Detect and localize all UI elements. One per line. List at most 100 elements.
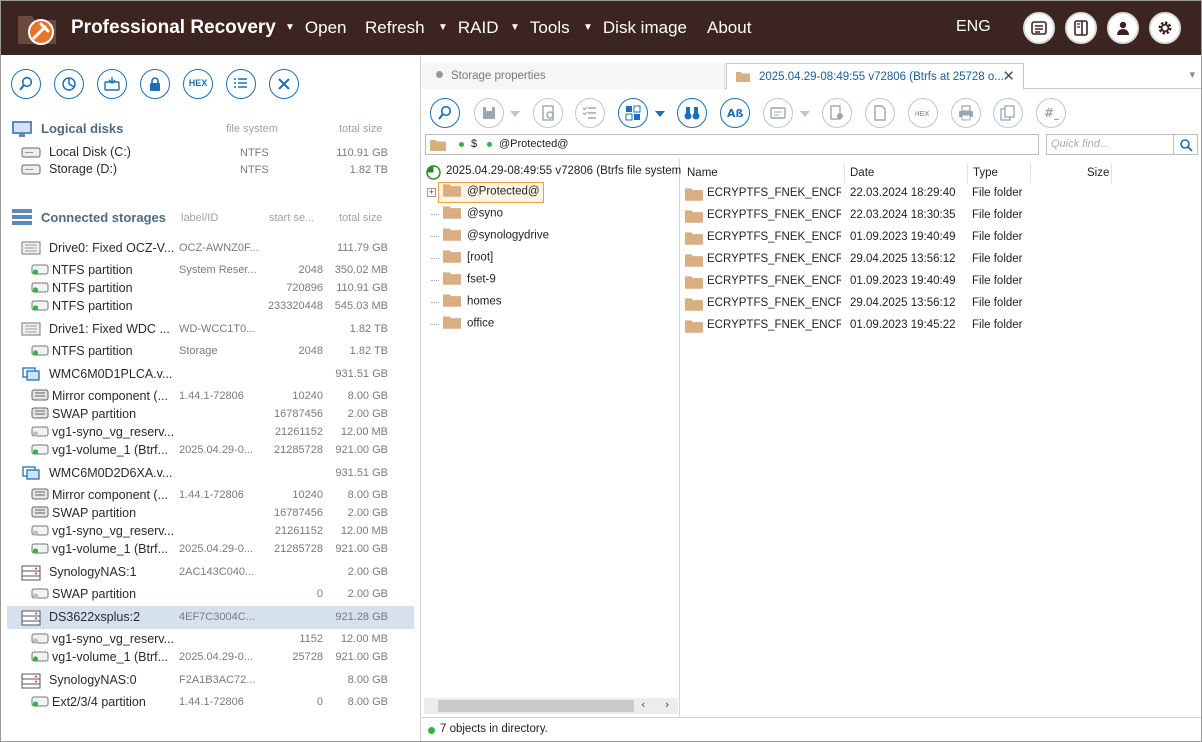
settings-button[interactable]	[1149, 12, 1181, 44]
tree-folder-item[interactable]: office	[422, 314, 679, 334]
file-row[interactable]: ECRYPTFS_FNEK_ENCRY... 22.03.2024 18:29:4…	[681, 183, 1201, 205]
print-button[interactable]	[951, 98, 981, 128]
partition-item[interactable]: vg1-volume_1 (Btrf... 2025.04.29-0... 2572…	[7, 648, 414, 668]
hex-button[interactable]: HEX	[908, 98, 938, 128]
file-row[interactable]: ECRYPTFS_FNEK_ENCRY... 22.03.2024 18:30:3…	[681, 205, 1201, 227]
storage-item[interactable]: Drive0: Fixed OCZ-V... OCZ-AWNZ0F... 111.7…	[7, 237, 414, 260]
storage-item[interactable]: Drive1: Fixed WDC ... WD-WCC1T0... 1.82 TB	[7, 318, 414, 341]
lock-button[interactable]	[140, 69, 170, 99]
partition-icon	[31, 696, 49, 707]
logical-disk-item[interactable]: Local Disk (C:) NTFS 110.91 GB	[7, 144, 414, 161]
user-icon	[1117, 21, 1129, 35]
hash-icon: #_	[1044, 106, 1059, 121]
preview-button[interactable]	[763, 98, 793, 128]
partition-item[interactable]: vg1-syno_vg_reserv... 21261152 12.00 MB	[7, 423, 414, 443]
storage-item[interactable]: WMC6M0D2D6XA.v... 931.51 GB	[7, 462, 414, 485]
menu-tools[interactable]: ▼ Tools	[510, 18, 570, 38]
quick-find-input[interactable]: Quick find...	[1046, 134, 1174, 155]
file-button[interactable]	[865, 98, 895, 128]
partition-item[interactable]: NTFS partition 720896 110.91 GB	[7, 279, 414, 299]
path-root[interactable]: $	[471, 138, 477, 150]
menu-about[interactable]: About	[707, 18, 751, 38]
tree-folder-item[interactable]: @syno	[422, 204, 679, 224]
user-button[interactable]	[1107, 12, 1139, 44]
partition-item[interactable]: SWAP partition 0 2.00 GB	[7, 585, 414, 605]
partition-item[interactable]: NTFS partition 233320448 545.03 MB	[7, 297, 414, 317]
folder-icon	[736, 72, 750, 82]
file-row[interactable]: ECRYPTFS_FNEK_ENCRY... 01.09.2023 19:40:4…	[681, 271, 1201, 293]
scan-button[interactable]	[54, 69, 84, 99]
col-header-name[interactable]: Name	[687, 167, 718, 179]
partition-item[interactable]: NTFS partition Storage 2048 1.82 TB	[7, 342, 414, 362]
storage-item[interactable]: SynologyNAS:0 F2A1B3AC72... 8.00 GB	[7, 669, 414, 692]
text-search-button[interactable]: Aß	[720, 98, 750, 128]
search-button[interactable]	[11, 69, 41, 99]
save-button[interactable]	[474, 98, 504, 128]
file-row[interactable]: ECRYPTFS_FNEK_ENCRY... 01.09.2023 19:40:4…	[681, 227, 1201, 249]
path-bar[interactable]: $ @Protected@	[425, 134, 1039, 155]
col-header-type[interactable]: Type	[973, 167, 998, 179]
storage-item[interactable]: WMC6M0D1PLCA.v... 931.51 GB	[7, 363, 414, 386]
partition-item[interactable]: vg1-volume_1 (Btrf... 2025.04.29-0... 2128…	[7, 441, 414, 461]
scan-file-button[interactable]	[533, 98, 563, 128]
scroll-left-icon[interactable]: ‹	[641, 698, 645, 711]
tree-folder-item[interactable]: + @Protected@	[422, 182, 679, 203]
copy-button[interactable]	[993, 98, 1023, 128]
partition-item[interactable]: Mirror component (... 1.44.1-72806 10240 8.…	[7, 486, 414, 506]
checklist-button[interactable]	[575, 98, 605, 128]
menu-open[interactable]: ▼ Open	[285, 18, 347, 38]
partition-item[interactable]: Mirror component (... 1.44.1-72806 10240 8.…	[7, 387, 414, 407]
file-row[interactable]: ECRYPTFS_FNEK_ENCRY... 29.04.2025 13:56:1…	[681, 293, 1201, 315]
file-row[interactable]: ECRYPTFS_FNEK_ENCRY... 29.04.2025 13:56:1…	[681, 249, 1201, 271]
quick-find-button[interactable]	[1174, 134, 1198, 155]
tree-horizontal-scrollbar[interactable]: ‹ ›	[424, 698, 678, 714]
hex-button[interactable]: HEX	[183, 69, 213, 99]
scrollbar-thumb[interactable]	[438, 700, 634, 712]
partition-item[interactable]: Ext2/3/4 partition 1.44.1-72806 0 8.00 GB	[7, 693, 414, 713]
tree-folder-item[interactable]: fset-9	[422, 270, 679, 290]
partition-item[interactable]: SWAP partition 16787456 2.00 GB	[7, 504, 414, 524]
storage-name: vg1-volume_1 (Btrf...	[52, 443, 169, 457]
dropdown-caret-icon[interactable]	[800, 111, 810, 117]
expand-icon[interactable]: +	[427, 188, 436, 197]
path-folder[interactable]: @Protected@	[499, 138, 568, 150]
tree-folder-item[interactable]: @synologydrive	[422, 226, 679, 246]
partition-item[interactable]: NTFS partition System Reser... 2048 350.02 …	[7, 261, 414, 281]
col-header-size[interactable]: Size	[1087, 167, 1109, 179]
partition-item[interactable]: vg1-syno_vg_reserv... 21261152 12.00 MB	[7, 522, 414, 542]
notes-button[interactable]	[1023, 12, 1055, 44]
tab-menu-icon[interactable]: ▾	[1189, 68, 1195, 81]
tab-storage-properties[interactable]: Storage properties	[422, 63, 725, 89]
menu-refresh[interactable]: Refresh	[365, 18, 425, 38]
storage-item[interactable]: SynologyNAS:1 2AC143C040... 2.00 GB	[7, 561, 414, 584]
language-selector[interactable]: ENG	[956, 18, 991, 36]
tab-file-system[interactable]: 2025.04.29-08:49:55 v72806 (Btrfs at 257…	[726, 63, 1024, 90]
dropdown-caret-icon[interactable]	[655, 111, 665, 117]
partition-item[interactable]: vg1-syno_vg_reserv... 1152 12.00 MB	[7, 630, 414, 650]
file-settings-button[interactable]	[822, 98, 852, 128]
tab-close-icon[interactable]: ✕	[1002, 64, 1015, 89]
menu-disk-image[interactable]: ▼ Disk image	[583, 18, 687, 38]
partition-item[interactable]: vg1-volume_1 (Btrf... 2025.04.29-0... 2128…	[7, 540, 414, 560]
close-storage-button[interactable]	[269, 69, 299, 99]
storage-name: Drive1: Fixed WDC ...	[49, 322, 170, 336]
col-header-date[interactable]: Date	[850, 167, 874, 179]
storage-item[interactable]: DS3622xsplus:2 4EF7C3004C... 921.28 GB	[7, 606, 414, 629]
search-button[interactable]	[430, 98, 460, 128]
file-row[interactable]: ECRYPTFS_FNEK_ENCRY... 01.09.2023 19:45:2…	[681, 315, 1201, 337]
scroll-right-icon[interactable]: ›	[665, 698, 669, 711]
tree-folder-item[interactable]: homes	[422, 292, 679, 312]
file-list: Name Date Type Size ECRYPTFS_FNEK_ENCRY.…	[681, 159, 1201, 717]
panel-button[interactable]	[1065, 12, 1097, 44]
binoculars-button[interactable]	[677, 98, 707, 128]
logical-disk-item[interactable]: Storage (D:) NTFS 1.82 TB	[7, 161, 414, 178]
create-image-button[interactable]	[97, 69, 127, 99]
storage-name: SWAP partition	[52, 587, 137, 601]
menu-raid[interactable]: ▼ RAID	[438, 18, 499, 38]
hash-button[interactable]: #_	[1036, 98, 1066, 128]
list-button[interactable]	[226, 69, 256, 99]
tree-folder-item[interactable]: [root]	[422, 248, 679, 268]
dropdown-caret-icon[interactable]	[510, 111, 520, 117]
view-button[interactable]	[618, 98, 648, 128]
partition-item[interactable]: SWAP partition 16787456 2.00 GB	[7, 405, 414, 425]
